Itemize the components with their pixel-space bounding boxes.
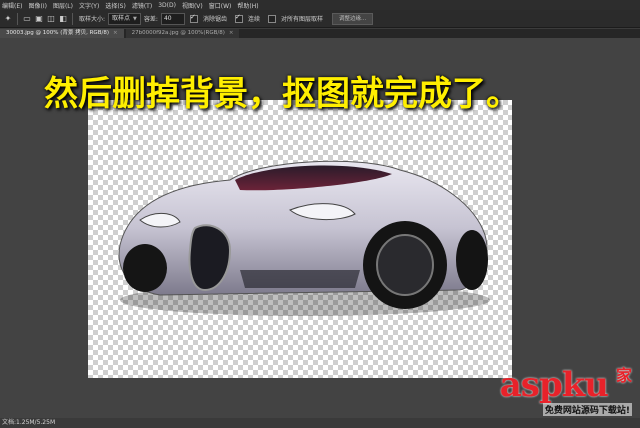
document-tab-2[interactable]: 27b0000f92a.jpg @ 100%(RGB/8) × (125, 29, 240, 38)
status-bar: 文档:1.25M/5.25M (0, 418, 640, 428)
divider (72, 12, 73, 25)
menu-3d[interactable]: 3D(D) (158, 2, 176, 9)
close-icon[interactable]: × (229, 30, 234, 36)
intersect-selection-icon[interactable]: ◧ (57, 13, 69, 25)
tolerance-label: 容差: (143, 16, 158, 23)
car-image (118, 160, 490, 316)
magic-wand-tool-icon[interactable]: ✦ (2, 13, 14, 25)
tutorial-caption: 然后删掉背景，抠图就完成了。 (44, 74, 520, 114)
tolerance-input[interactable]: 40 (160, 12, 185, 25)
close-icon[interactable]: × (113, 30, 118, 36)
watermark-subtitle: 免费网站源码下载站! (542, 403, 632, 416)
new-selection-icon[interactable]: ▭ (21, 13, 33, 25)
menu-type[interactable]: 文字(Y) (79, 1, 99, 10)
all-layers-checkbox[interactable] (267, 14, 276, 23)
subtract-selection-icon[interactable]: ◫ (45, 13, 57, 25)
sample-size-select[interactable]: 取样点 ▼ (108, 12, 141, 25)
menu-image[interactable]: 图像(I) (28, 1, 46, 10)
tool-options-bar: ✦ ▭ ▣ ◫ ◧ 取样大小: 取样点 ▼ 容差: 40 消除锯齿 连续 对所有… (0, 10, 640, 28)
menu-layer[interactable]: 图层(L) (53, 1, 73, 10)
menu-help[interactable]: 帮助(H) (237, 1, 258, 10)
document-size: 文档:1.25M/5.25M (2, 419, 56, 426)
antialias-checkbox[interactable] (189, 13, 198, 23)
watermark-main: aspku (499, 365, 609, 405)
contiguous-checkbox[interactable] (234, 13, 243, 23)
menu-window[interactable]: 窗口(W) (209, 1, 232, 10)
sample-size-label: 取样大小: (79, 16, 106, 23)
sample-size-value: 取样点 (112, 14, 131, 22)
menu-filter[interactable]: 滤镜(T) (132, 1, 152, 10)
refine-edge-button[interactable]: 调整边缘... (331, 12, 374, 25)
menu-bar: 编辑(E) 图像(I) 图层(L) 文字(Y) 选择(S) 滤镜(T) 3D(D… (0, 0, 640, 10)
document-tab-label: 27b0000f92a.jpg @ 100%(RGB/8) (131, 30, 225, 36)
menu-view[interactable]: 视图(V) (182, 1, 203, 10)
contiguous-label: 连续 (247, 16, 260, 23)
watermark-logo: aspku 家 免费网站源码下载站! (466, 365, 632, 416)
antialias-label: 消除锯齿 (202, 16, 227, 23)
add-selection-icon[interactable]: ▣ (33, 13, 45, 25)
menu-edit[interactable]: 编辑(E) (2, 1, 22, 10)
document-tab-label: 30003.jpg @ 100% (背景 拷贝, RGB/8) (6, 30, 109, 36)
all-layers-label: 对所有图层取样 (280, 16, 323, 23)
watermark-badge: 家 (615, 366, 632, 385)
document-tab-bar: 30003.jpg @ 100% (背景 拷贝, RGB/8) × 27b0000… (0, 29, 640, 38)
document-tab-1[interactable]: 30003.jpg @ 100% (背景 拷贝, RGB/8) × (0, 29, 124, 38)
chevron-down-icon: ▼ (133, 15, 137, 22)
menu-select[interactable]: 选择(S) (105, 1, 126, 10)
divider (17, 12, 18, 25)
